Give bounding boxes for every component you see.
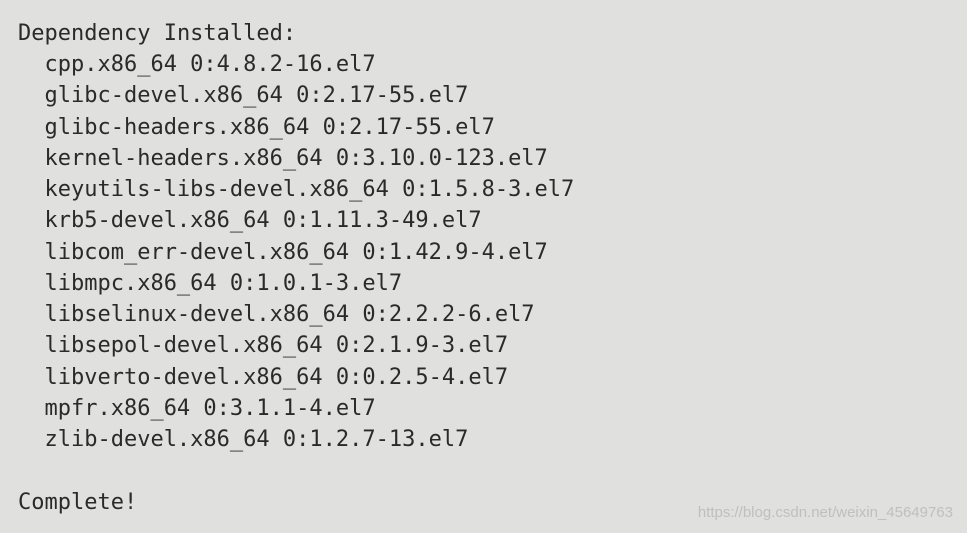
package-line: zlib-devel.x86_64 0:1.2.7-13.el7 bbox=[18, 424, 967, 455]
package-line: glibc-headers.x86_64 0:2.17-55.el7 bbox=[18, 112, 967, 143]
dependency-header: Dependency Installed: bbox=[18, 18, 967, 49]
package-line: libselinux-devel.x86_64 0:2.2.2-6.el7 bbox=[18, 299, 967, 330]
package-line: keyutils-libs-devel.x86_64 0:1.5.8-3.el7 bbox=[18, 174, 967, 205]
package-line: glibc-devel.x86_64 0:2.17-55.el7 bbox=[18, 80, 967, 111]
package-line: libverto-devel.x86_64 0:0.2.5-4.el7 bbox=[18, 362, 967, 393]
package-line: libcom_err-devel.x86_64 0:1.42.9-4.el7 bbox=[18, 237, 967, 268]
watermark: https://blog.csdn.net/weixin_45649763 bbox=[698, 502, 953, 523]
package-line: mpfr.x86_64 0:3.1.1-4.el7 bbox=[18, 393, 967, 424]
package-list: cpp.x86_64 0:4.8.2-16.el7glibc-devel.x86… bbox=[18, 49, 967, 455]
package-line: libmpc.x86_64 0:1.0.1-3.el7 bbox=[18, 268, 967, 299]
package-line: libsepol-devel.x86_64 0:2.1.9-3.el7 bbox=[18, 330, 967, 361]
package-line: krb5-devel.x86_64 0:1.11.3-49.el7 bbox=[18, 205, 967, 236]
package-line: kernel-headers.x86_64 0:3.10.0-123.el7 bbox=[18, 143, 967, 174]
package-line: cpp.x86_64 0:4.8.2-16.el7 bbox=[18, 49, 967, 80]
blank-line bbox=[18, 455, 967, 486]
